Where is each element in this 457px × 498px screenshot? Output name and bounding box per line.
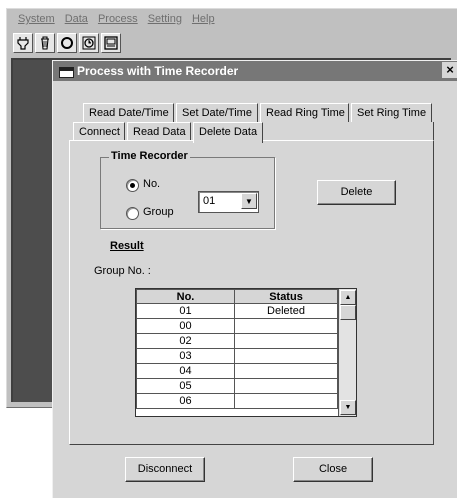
scroll-thumb[interactable]: [340, 305, 356, 320]
tab-connect[interactable]: Connect: [73, 122, 125, 141]
table-row[interactable]: 04: [136, 363, 338, 379]
column-header-status[interactable]: Status: [234, 289, 338, 304]
cell-no: 05: [136, 378, 235, 394]
cell-status: [234, 318, 338, 334]
cell-no: 03: [136, 348, 235, 364]
tab-read-data[interactable]: Read Data: [127, 122, 191, 141]
radio-no[interactable]: [126, 179, 139, 192]
delete-button[interactable]: Delete: [317, 180, 396, 205]
tab-set-date-time[interactable]: Set Date/Time: [176, 103, 258, 122]
tab-read-date-time[interactable]: Read Date/Time: [83, 103, 174, 122]
table-row[interactable]: 00: [136, 318, 338, 334]
result-table[interactable]: No. Status 01 Deleted 00 02 03 04 05 06 …: [135, 288, 357, 417]
recorder-number-value: 01: [203, 195, 216, 207]
plug-icon[interactable]: [13, 33, 33, 53]
tab-set-ring-time[interactable]: Set Ring Time: [351, 103, 432, 122]
menu-process[interactable]: Process: [93, 13, 143, 29]
menu-help[interactable]: Help: [187, 13, 220, 29]
cell-no: 00: [136, 318, 235, 334]
dialog-title: Process with Time Recorder: [77, 64, 239, 78]
table-row[interactable]: 05: [136, 378, 338, 394]
window-icon: [59, 67, 74, 78]
cell-status: [234, 363, 338, 379]
cell-no: 04: [136, 363, 235, 379]
table-row[interactable]: 06: [136, 393, 338, 409]
time-recorder-group: Time Recorder No. Group 01 ▼: [100, 150, 275, 229]
vertical-scrollbar[interactable]: ▲ ▼: [338, 289, 356, 416]
recorder-icon[interactable]: [101, 33, 121, 53]
menu-data[interactable]: Data: [60, 13, 93, 29]
toolbar: [13, 33, 121, 57]
close-icon[interactable]: ×: [442, 62, 457, 78]
radio-group[interactable]: [126, 207, 139, 220]
scroll-up-icon[interactable]: ▲: [340, 290, 356, 305]
dialog-title-bar[interactable]: Process with Time Recorder: [53, 61, 457, 81]
cell-status: [234, 333, 338, 349]
menu-system[interactable]: System: [13, 13, 60, 29]
table-row[interactable]: 03: [136, 348, 338, 364]
column-header-no[interactable]: No.: [136, 289, 235, 304]
circle-icon[interactable]: [57, 33, 77, 53]
radio-group-label: Group: [143, 206, 174, 218]
cell-status: [234, 378, 338, 394]
alarm-icon[interactable]: [79, 33, 99, 53]
cell-no: 06: [136, 393, 235, 409]
delete-data-panel: Time Recorder No. Group 01 ▼ Delete Resu…: [69, 140, 434, 445]
result-label: Result: [110, 240, 144, 252]
table-row[interactable]: 01 Deleted: [136, 303, 338, 319]
tab-read-ring-time[interactable]: Read Ring Time: [260, 103, 349, 122]
table-row[interactable]: 02: [136, 333, 338, 349]
radio-no-label: No.: [143, 178, 161, 190]
cell-status: Deleted: [234, 303, 338, 319]
chevron-down-icon[interactable]: ▼: [241, 193, 257, 209]
menu-bar: System Data Process Setting Help: [13, 13, 220, 29]
scroll-down-icon[interactable]: ▼: [340, 400, 356, 415]
process-dialog: Process with Time Recorder × Read Date/T…: [52, 60, 457, 498]
recorder-number-select[interactable]: 01 ▼: [198, 191, 259, 213]
close-button[interactable]: Close: [293, 457, 373, 482]
cell-no: 01: [136, 303, 235, 319]
disconnect-button[interactable]: Disconnect: [125, 457, 205, 482]
tab-delete-data[interactable]: Delete Data: [193, 122, 263, 143]
trash-icon[interactable]: [35, 33, 55, 53]
cell-status: [234, 348, 338, 364]
group-no-label: Group No. :: [94, 265, 151, 277]
time-recorder-legend: Time Recorder: [109, 150, 190, 162]
menu-setting[interactable]: Setting: [143, 13, 187, 29]
cell-status: [234, 393, 338, 409]
cell-no: 02: [136, 333, 235, 349]
